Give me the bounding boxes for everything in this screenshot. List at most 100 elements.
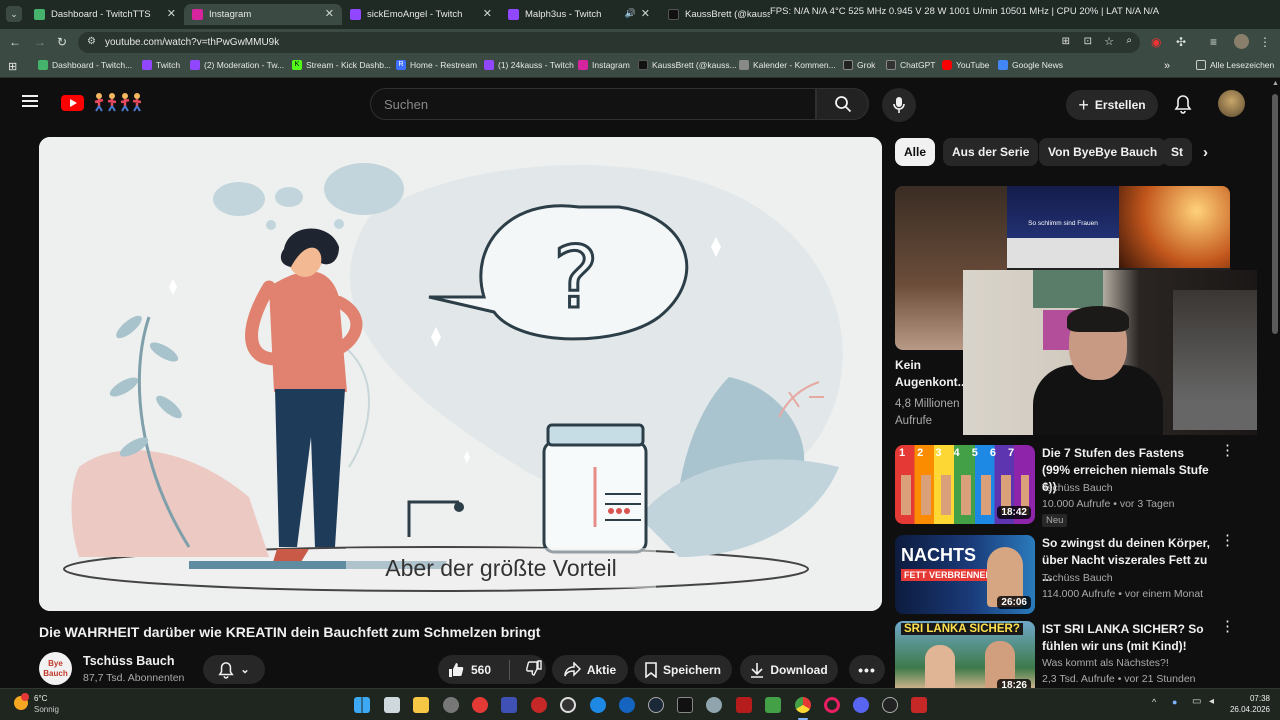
rec-thumbnail[interactable]: NACHTS FETT VERBRENNEN 26:06 xyxy=(895,535,1035,614)
browser-tab[interactable]: Dashboard - TwitchTTS ✕ xyxy=(26,4,184,25)
bookmark-item[interactable]: R Home - Restream xyxy=(396,60,477,70)
clock-date[interactable]: 26.04.2026 xyxy=(1226,705,1270,714)
more-bookmarks-icon[interactable]: » xyxy=(1164,60,1170,72)
calculator-icon[interactable] xyxy=(384,697,400,713)
search-input[interactable]: Suchen xyxy=(370,88,816,120)
youtube-logo[interactable] xyxy=(61,95,84,111)
rec-title[interactable]: Kein Augenkont... xyxy=(895,357,968,391)
all-bookmarks-folder[interactable]: Alle Lesezeichen xyxy=(1196,60,1274,70)
close-tab-icon[interactable]: ✕ xyxy=(325,7,334,20)
opera-icon[interactable] xyxy=(824,697,840,713)
bookmark-item[interactable]: YouTube xyxy=(942,60,989,70)
rec-channel[interactable]: Was kommt als Nächstes?! xyxy=(1042,657,1169,669)
video-player[interactable]: ? Aber der größte Vorteil xyxy=(39,137,882,611)
browser-tab[interactable]: Malph3us - Twitch 🔊 ✕ xyxy=(500,4,658,25)
rec-thumbnail[interactable]: SRI LANKA SICHER? 18:26 xyxy=(895,621,1035,688)
forward-icon[interactable]: → xyxy=(34,35,46,49)
channel-avatar[interactable]: Bye Bauch xyxy=(39,652,72,685)
media-controls-icon[interactable]: ≡ xyxy=(1210,35,1217,49)
messenger-icon[interactable] xyxy=(619,697,635,713)
bookmark-item[interactable]: KaussBrett (@kauss... xyxy=(638,60,737,70)
bookmark-item[interactable]: Google News xyxy=(998,60,1063,70)
translate-icon[interactable]: ⊞ xyxy=(1062,36,1070,47)
chatgpt-icon[interactable] xyxy=(882,697,898,713)
bookmark-item[interactable]: K Stream - Kick Dashb... xyxy=(292,60,391,70)
search-button[interactable] xyxy=(816,88,869,120)
browser-tab[interactable]: sickEmoAngel - Twitch ✕ xyxy=(342,4,500,25)
vegas-icon[interactable] xyxy=(501,697,517,713)
discord-icon[interactable] xyxy=(853,697,869,713)
channel-name[interactable]: Tschüss Bauch xyxy=(83,654,174,668)
filter-chip-all[interactable]: Alle xyxy=(895,138,936,166)
game-icon[interactable] xyxy=(736,697,752,713)
more-actions-button[interactable]: ••• xyxy=(849,655,885,684)
bookmark-item[interactable]: ChatGPT xyxy=(886,60,935,70)
apps-grid-icon[interactable]: ⊞ xyxy=(8,60,17,73)
audio-playing-icon[interactable]: 🔊 xyxy=(625,8,636,19)
reload-icon[interactable]: ↻ xyxy=(57,35,67,49)
close-tab-icon[interactable]: ✕ xyxy=(483,7,492,20)
rec-menu-icon[interactable]: ⋮ xyxy=(1220,443,1235,458)
steam-icon[interactable] xyxy=(648,697,664,713)
chrome-icon[interactable] xyxy=(795,697,811,713)
bookmark-item[interactable]: Kalender - Kommen... xyxy=(739,60,836,70)
rec-menu-icon[interactable]: ⋮ xyxy=(1220,533,1235,548)
app-icon[interactable] xyxy=(677,697,693,713)
download-button[interactable]: Download xyxy=(740,655,838,684)
obs-icon[interactable] xyxy=(560,697,576,713)
share-button[interactable]: Aktie xyxy=(552,655,628,684)
rec-menu-icon[interactable]: ⋮ xyxy=(1220,619,1235,634)
edge-icon[interactable] xyxy=(590,697,606,713)
subscription-bell-button[interactable]: ⌄ xyxy=(203,655,265,684)
rec-thumbnail[interactable]: 1 2 3 4 5 6 7 18:42 xyxy=(895,445,1035,524)
rec-channel[interactable]: Tschüss Bauch xyxy=(1042,572,1113,584)
volume-icon[interactable]: ◂ xyxy=(1209,696,1214,707)
clock-time[interactable]: 07:38 xyxy=(1238,694,1270,703)
dislike-button[interactable] xyxy=(516,660,542,679)
page-scrollbar[interactable]: ▲ xyxy=(1270,78,1280,688)
chevron-right-icon[interactable]: › xyxy=(1203,144,1208,161)
tray-overflow-icon[interactable]: ^ xyxy=(1152,697,1156,707)
bookmark-item[interactable]: Twitch xyxy=(142,60,180,70)
notifications-bell-icon[interactable] xyxy=(1174,94,1192,119)
rec-title[interactable]: IST SRI LANKA SICHER? So fühlen wir uns … xyxy=(1042,621,1214,655)
browser-menu-icon[interactable]: ⋮ xyxy=(1259,35,1271,49)
save-button[interactable]: Speichern xyxy=(634,655,732,684)
recorder-icon[interactable] xyxy=(531,697,547,713)
tab-list-chevron-icon[interactable]: ⌄ xyxy=(6,6,22,22)
bookmark-star-icon[interactable]: ☆ xyxy=(1104,35,1114,48)
account-avatar[interactable] xyxy=(1218,90,1245,117)
create-button[interactable]: + Erstellen xyxy=(1066,90,1158,120)
filter-chip-channel[interactable]: Von ByeBye Bauch xyxy=(1039,138,1167,166)
back-icon[interactable]: ← xyxy=(9,35,21,49)
scrollbar-thumb[interactable] xyxy=(1272,94,1278,334)
browser-tab-active[interactable]: Instagram ✕ xyxy=(184,4,342,25)
bookmark-item[interactable]: Dashboard - Twitch... xyxy=(38,60,132,70)
rec-channel[interactable]: Tschüss Bauch xyxy=(1042,482,1113,494)
layers-icon[interactable] xyxy=(765,697,781,713)
profile-avatar[interactable] xyxy=(1234,34,1249,49)
close-tab-icon[interactable]: ✕ xyxy=(167,7,176,20)
bookmark-item[interactable]: Grok xyxy=(843,60,875,70)
site-info-icon[interactable]: ⚙ xyxy=(87,36,96,47)
address-bar[interactable]: ⚙ youtube.com/watch?v=thPwGwMMU9k ⊞ ⊡ ☆ … xyxy=(78,32,1140,53)
filter-chip-series[interactable]: Aus der Serie xyxy=(943,138,1039,166)
extensions-puzzle-icon[interactable]: ✣ xyxy=(1176,35,1186,49)
filter-chip-more[interactable]: St xyxy=(1162,138,1192,166)
mouse-app-icon[interactable] xyxy=(443,697,459,713)
bookmark-item[interactable]: (2) Moderation - Tw... xyxy=(190,60,284,70)
zoom-icon[interactable]: ⌕ xyxy=(1126,35,1132,46)
settings-icon[interactable] xyxy=(706,697,722,713)
mic-tray-icon[interactable]: ● xyxy=(1172,697,1177,707)
game-launcher-icon[interactable] xyxy=(911,697,927,713)
extension-icon[interactable]: ◉ xyxy=(1151,35,1161,49)
voice-search-button[interactable] xyxy=(882,88,916,122)
like-button[interactable]: 560 xyxy=(438,662,491,678)
hamburger-menu-icon[interactable] xyxy=(22,95,38,107)
red-app-icon[interactable] xyxy=(472,697,488,713)
close-tab-icon[interactable]: ✕ xyxy=(641,7,650,20)
start-icon[interactable] xyxy=(354,697,370,713)
file-explorer-icon[interactable] xyxy=(413,697,429,713)
network-icon[interactable]: ▭ xyxy=(1192,696,1201,707)
bookmark-item[interactable]: Instagram xyxy=(578,60,630,70)
